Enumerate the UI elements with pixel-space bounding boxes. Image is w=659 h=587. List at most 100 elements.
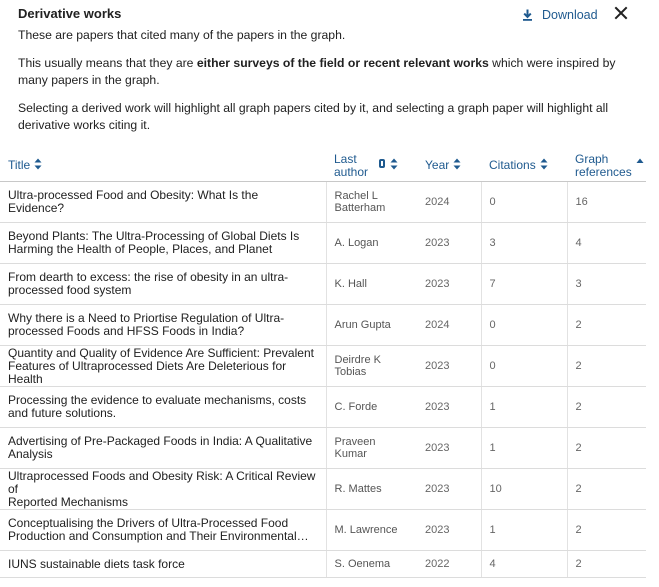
citations-cell: 1 — [480, 427, 567, 469]
column-header-graph-references[interactable]: Graph references — [567, 150, 646, 182]
last-author-line1: Praveen — [334, 435, 376, 448]
last-author-label-line2: author — [334, 164, 369, 179]
paper-title-cell: IUNS sustainable diets task force — [0, 550, 326, 578]
year-cell: 2023 — [417, 263, 481, 305]
table-row[interactable]: Ultra-processed Food and Obesity: What I… — [0, 181, 646, 223]
sort-desc-icon — [636, 154, 644, 167]
graph-references-cell: 2 — [566, 509, 646, 551]
graph-references-cell: 2 — [566, 345, 646, 387]
table-row[interactable]: Beyond Plants: The Ultra-Processing of G… — [0, 222, 646, 264]
paper-title-cell: Conceptualising the Drivers of Ultra-Pro… — [0, 509, 326, 551]
table-row[interactable]: IUNS sustainable diets task force S. Oene… — [0, 550, 646, 578]
graph-references-cell: 4 — [566, 222, 646, 264]
table-row[interactable]: Advertising of Pre-Packaged Foods in Ind… — [0, 427, 646, 469]
paper-title-cell: From dearth to excess: the rise of obesi… — [0, 263, 326, 305]
paper-title-cell: Ultraprocessed Foods and Obesity Risk: A… — [0, 468, 326, 510]
year-cell: 2023 — [417, 509, 481, 551]
table-row[interactable]: Why there is a Need to Priortise Regulat… — [0, 304, 646, 346]
paper-title-cell: Quantity and Quality of Evidence Are Suf… — [0, 345, 326, 387]
citations-cell: 1 — [480, 386, 567, 428]
year-cell: 2024 — [417, 304, 481, 346]
last-author-line1: A. Logan — [334, 236, 379, 249]
citations-cell: 3 — [480, 222, 567, 264]
pin-icon[interactable] — [378, 158, 386, 173]
last-author-line1: M. Lawrence — [334, 523, 398, 536]
explanation-pre: This usually means that they are — [18, 56, 197, 70]
table-row[interactable]: Processing the evidence to evaluate mech… — [0, 386, 646, 428]
last-author-label-line1: Last — [334, 151, 357, 166]
last-author-line2: Batterham — [334, 202, 386, 214]
last-author-line1: S. Oenema — [334, 557, 391, 570]
paper-title-cell: Why there is a Need to Priortise Regulat… — [0, 304, 326, 346]
paper-title-line2: Production and Consumption and Their Env… — [8, 529, 309, 543]
paper-title-line2: processed food system — [8, 283, 132, 297]
paper-title-line1: Advertising of Pre-Packaged Foods in Ind… — [8, 434, 313, 448]
year-cell: 2023 — [417, 345, 481, 387]
paper-title-line1: Processing the evidence to evaluate mech… — [8, 393, 307, 407]
citations-cell: 10 — [480, 468, 567, 510]
last-author-cell: S. Oenema — [325, 550, 417, 578]
download-icon — [522, 9, 533, 21]
table-row[interactable]: Ultraprocessed Foods and Obesity Risk: A… — [0, 468, 646, 510]
paper-title-line2: Features of Ultraprocessed Diets Are Del… — [8, 358, 287, 386]
paper-title-line1: IUNS sustainable diets task force — [8, 556, 185, 571]
paper-title-line2: Harming the Health of People, Places, an… — [8, 242, 273, 256]
close-button[interactable] — [612, 4, 630, 22]
year-cell: 2023 — [417, 427, 481, 469]
table-row[interactable]: From dearth to excess: the rise of obesi… — [0, 263, 646, 305]
paper-title-line2: and future solutions. — [8, 406, 117, 420]
explanation-text: This usually means that they are either … — [18, 55, 633, 89]
help-text: Selecting a derived work will highlight … — [18, 101, 609, 132]
last-author-cell: R. Mattes — [325, 468, 417, 510]
column-header-title[interactable]: Title — [0, 150, 326, 182]
graph-references-cell: 3 — [566, 263, 646, 305]
graph-references-cell: 2 — [566, 468, 646, 510]
year-cell: 2024 — [417, 181, 481, 223]
sort-both-icon — [453, 158, 461, 173]
graph-references-cell: 16 — [566, 181, 646, 223]
sort-both-icon — [390, 158, 398, 173]
download-label: Download — [542, 8, 598, 22]
year-cell: 2022 — [417, 550, 481, 578]
download-button[interactable]: Download — [522, 8, 598, 22]
column-header-citations[interactable]: Citations — [481, 150, 567, 182]
paper-title-cell: Beyond Plants: The Ultra-Processing of G… — [0, 222, 326, 264]
column-header-last-author[interactable]: Last author — [326, 150, 417, 182]
last-author-line1: C. Forde — [334, 400, 378, 413]
graph-references-cell: 2 — [566, 550, 646, 578]
last-author-cell: K. Hall — [325, 263, 417, 305]
last-author-line1: Rachel L — [334, 189, 378, 202]
column-header-year[interactable]: Year — [417, 150, 481, 182]
table-row[interactable]: Conceptualising the Drivers of Ultra-Pro… — [0, 509, 646, 551]
paper-title-cell: Advertising of Pre-Packaged Foods in Ind… — [0, 427, 326, 469]
year-cell: 2023 — [417, 468, 481, 510]
last-author-cell: Rachel L Batterham — [325, 181, 417, 223]
paper-title-line1: Conceptualising the Drivers of Ultra-Pro… — [8, 516, 289, 530]
column-header-citations-label: Citations — [489, 158, 536, 172]
year-cell: 2023 — [417, 222, 481, 264]
intro-text: These are papers that cited many of the … — [18, 28, 346, 42]
sort-both-icon — [34, 158, 42, 173]
paper-title-line1: Ultraprocessed Foods and Obesity Risk: A… — [8, 468, 316, 496]
last-author-cell: Praveen Kumar — [325, 427, 417, 469]
derivative-works-table: Title Last author Year Citations Graph ref… — [0, 150, 646, 578]
citations-cell: 1 — [480, 509, 567, 551]
panel-title: Derivative works — [18, 6, 122, 21]
last-author-cell: Deirdre K Tobias — [325, 345, 417, 387]
paper-title-cell: Processing the evidence to evaluate mech… — [0, 386, 326, 428]
last-author-line1: Deirdre K — [334, 353, 381, 366]
paper-title-line1: From dearth to excess: the rise of obesi… — [8, 270, 289, 284]
paper-title-line1: Ultra-processed Food and Obesity: What I… — [8, 188, 259, 215]
paper-title-cell: Ultra-processed Food and Obesity: What I… — [0, 181, 326, 223]
last-author-line1: Arun Gupta — [334, 318, 391, 331]
paper-title-line2: Analysis — [8, 447, 53, 461]
close-icon — [614, 6, 628, 20]
table-row[interactable]: Quantity and Quality of Evidence Are Suf… — [0, 345, 646, 387]
citations-cell: 0 — [480, 304, 567, 346]
last-author-line2: Tobias — [334, 366, 367, 378]
column-header-graph-references-label: Graph references — [575, 152, 632, 179]
graph-references-cell: 2 — [566, 304, 646, 346]
sort-both-icon — [540, 158, 548, 173]
graph-references-label-line2: references — [575, 164, 632, 179]
citations-cell: 0 — [480, 345, 567, 387]
